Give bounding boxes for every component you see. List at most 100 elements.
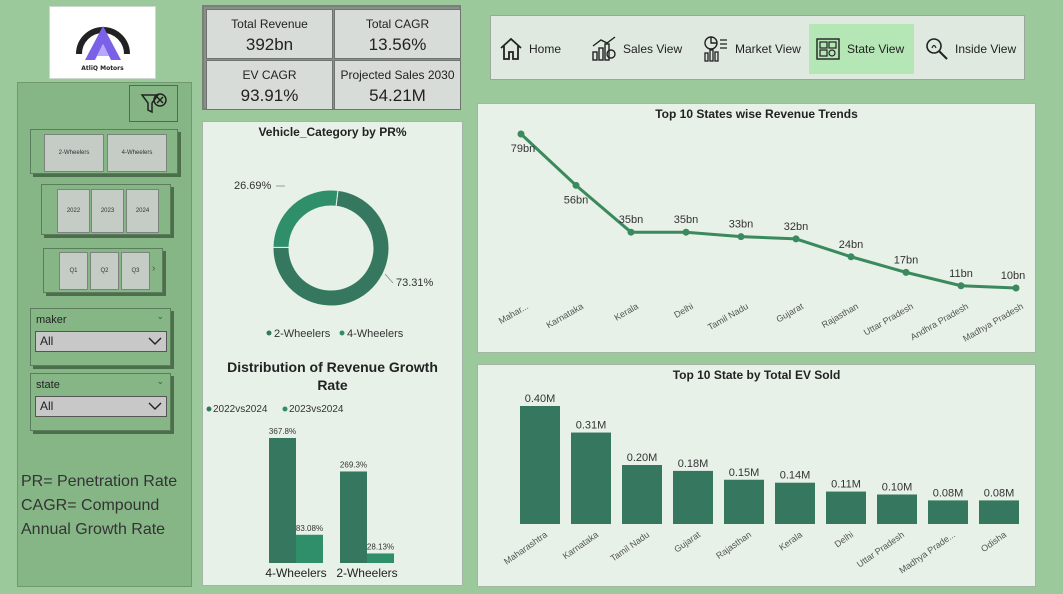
kpi-label: EV CAGR (242, 68, 297, 82)
x-tick-label: Odisha (979, 529, 1008, 554)
revenue-trend-card: Top 10 States wise Revenue Trends 79bn Ma… (477, 103, 1036, 353)
line-point[interactable] (572, 181, 580, 189)
x-tick-label: Uttar Pradesh (855, 529, 906, 569)
bar-label: 0.11M (831, 479, 861, 491)
bar-label: 0.08M (933, 487, 964, 499)
note-line: CAGR= Compound (21, 497, 160, 514)
nav-label: State View (847, 42, 905, 56)
kpi-value: 13.56% (368, 35, 427, 54)
line-point[interactable] (737, 233, 745, 241)
market-chart-icon (704, 36, 727, 62)
kpi-value: 392bn (245, 35, 294, 54)
sales-chart-icon (592, 36, 616, 61)
point-label: 79bn (511, 143, 535, 155)
line-point[interactable] (1012, 284, 1020, 292)
nav-state-view[interactable]: State View (809, 24, 914, 74)
category-slicer: 2-Wheelers 4-Wheelers (30, 129, 178, 174)
ev-sold-bar[interactable] (979, 500, 1019, 524)
kpi-ev-cagr: EV CAGR 93.91% (206, 60, 333, 110)
maker-select[interactable]: All (35, 331, 167, 352)
line-point[interactable] (902, 268, 910, 276)
growth-bar[interactable] (340, 471, 367, 563)
chevron-down-icon (148, 337, 162, 345)
state-select[interactable]: All (35, 396, 167, 417)
slicer-option-year[interactable]: 2022 (57, 189, 90, 233)
x-tick-label: Delhi (833, 529, 856, 549)
kpi-value: 54.21M (369, 86, 426, 105)
x-tick-label: Karnataka (561, 529, 600, 561)
x-tick-label: Madhya Pradesh (961, 301, 1025, 344)
x-tick-label: Delhi (672, 301, 695, 320)
nav-home[interactable]: Home (493, 24, 565, 74)
logo-text: AtliQ Motors (81, 64, 124, 72)
collapse-icon[interactable]: ⌄ (156, 311, 164, 322)
collapse-icon[interactable]: ⌄ (156, 376, 164, 387)
slicer-option-year[interactable]: 2024 (126, 189, 159, 233)
growth-bar-chart: 2022vs2024 2023vs2024 367.8% 83.08% 4-Wheele… (206, 404, 398, 580)
ev-sold-bar[interactable] (622, 465, 662, 524)
growth-bar[interactable] (296, 534, 323, 563)
line-point[interactable] (957, 282, 965, 290)
nav-label: Inside View (955, 42, 1017, 56)
slicer-option-4-wheelers[interactable]: 4-Wheelers (107, 134, 167, 172)
category-label: 2-Wheelers (336, 566, 397, 580)
clear-filters-button[interactable] (129, 85, 178, 122)
nav-market-view[interactable]: Market View (697, 24, 805, 74)
bar-label: 367.8% (269, 427, 296, 436)
nav-label: Market View (735, 42, 801, 56)
nav-sales-view[interactable]: Sales View (585, 24, 686, 74)
dropdown-value: All (40, 334, 54, 348)
company-logo: AtliQ Motors (49, 6, 156, 79)
slice-label: 73.31% (396, 277, 434, 289)
kpi-label: Total Revenue (231, 17, 308, 31)
dropdown-value: All (40, 399, 54, 413)
dropdown-label: state (36, 379, 60, 391)
slicer-option-quarter[interactable]: Q3 (121, 252, 150, 290)
quarter-slicer: Q1 Q2 Q3 › (43, 248, 163, 293)
ev-sold-bar[interactable] (571, 432, 611, 524)
slicer-option-2-wheelers[interactable]: 2-Wheelers (44, 134, 104, 172)
growth-bar[interactable] (269, 438, 296, 563)
x-tick-label: Gujarat (672, 529, 702, 554)
bar-label: 28.13% (367, 542, 394, 551)
point-label: 17bn (894, 254, 918, 266)
kpi-total-revenue: Total Revenue 392bn (206, 9, 333, 59)
bar-label: 0.18M (678, 458, 709, 470)
slicer-option-year[interactable]: 2023 (91, 189, 124, 233)
ev-sold-bar[interactable] (928, 500, 968, 524)
line-point[interactable] (682, 228, 690, 236)
legend-marker (339, 330, 345, 336)
line-point[interactable] (517, 130, 525, 138)
slicer-option-quarter[interactable]: Q2 (90, 252, 119, 290)
page-navigation: Home Sales View Market View State View I… (490, 15, 1025, 80)
ev-sold-bar[interactable] (877, 494, 917, 525)
point-label: 35bn (674, 214, 698, 226)
ev-sold-bar[interactable] (724, 479, 764, 524)
point-label: 33bn (729, 219, 753, 231)
donut-slice[interactable] (272, 189, 339, 248)
revenue-line (519, 132, 1017, 290)
bar-label: 0.08M (984, 487, 1015, 499)
point-label: 35bn (619, 214, 643, 226)
point-label: 24bn (839, 239, 863, 251)
ev-sold-bar[interactable] (826, 491, 866, 524)
map-icon (816, 38, 840, 60)
legend-marker (206, 406, 212, 412)
slicer-option-quarter[interactable]: Q1 (59, 252, 88, 290)
line-chart-title: Top 10 States wise Revenue Trends (655, 107, 858, 121)
x-tick-label: Mahar... (497, 301, 530, 326)
line-point[interactable] (847, 253, 855, 261)
ev-sold-bar[interactable] (520, 406, 560, 524)
nav-inside-view[interactable]: Inside View (919, 24, 1020, 74)
category-label: 4-Wheelers (265, 566, 326, 580)
growth-bar[interactable] (367, 553, 394, 563)
point-label: 11bn (949, 268, 973, 280)
ev-sold-bar[interactable] (673, 470, 713, 524)
x-tick-label: Kerala (612, 301, 640, 323)
ev-sold-bar[interactable] (775, 482, 815, 524)
line-point[interactable] (792, 235, 800, 243)
line-point[interactable] (627, 228, 635, 236)
chevron-right-icon[interactable]: › (152, 263, 155, 274)
nav-label: Home (529, 42, 562, 56)
legend-label: 2-Wheelers (274, 328, 331, 340)
